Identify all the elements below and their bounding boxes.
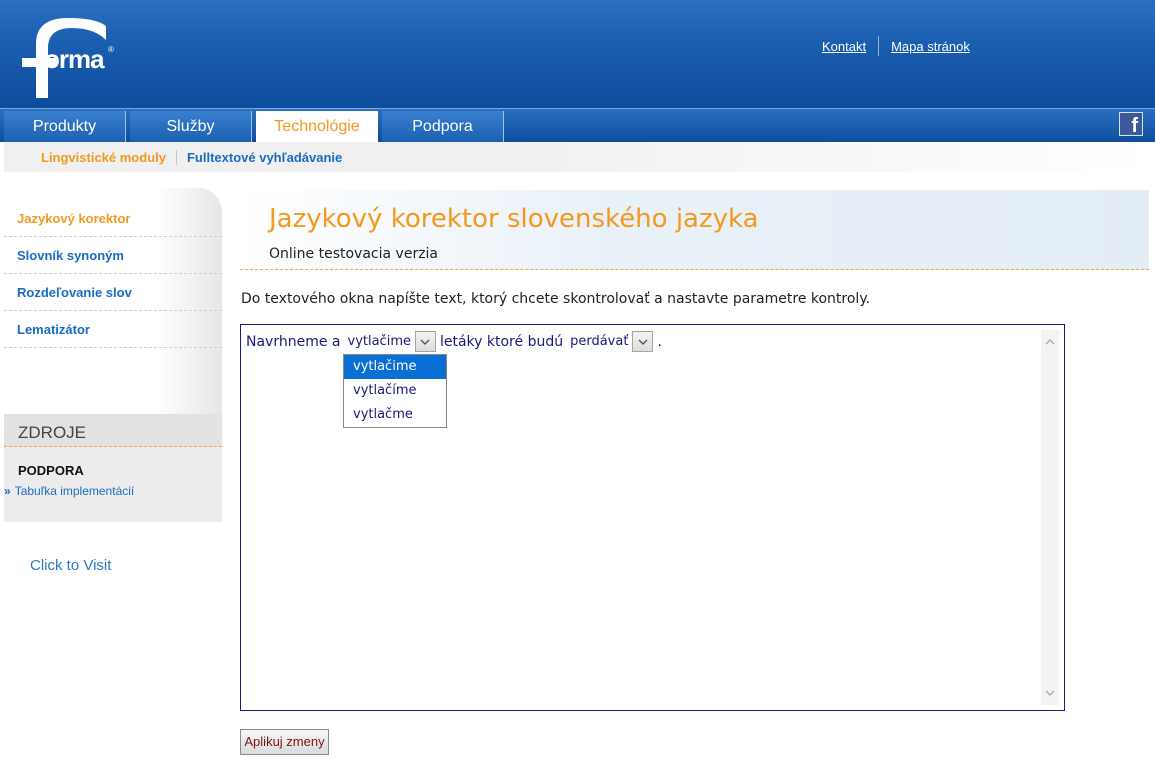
chevron-down-icon[interactable] [632, 331, 654, 352]
editor-content[interactable]: Navrhneme a vytlačime letáky ktoré budú … [246, 331, 662, 352]
editor-scrollbar[interactable] [1041, 330, 1059, 705]
sidebar-item-slovnik-synonym[interactable]: Slovník synoným [4, 237, 222, 274]
tab-produkty[interactable]: Produkty [4, 111, 126, 143]
implementation-table-link[interactable]: Tabuľka implementácií [15, 484, 135, 498]
sidebar: Jazykový korektor Slovník synoným Rozdeľ… [4, 188, 222, 522]
editor-text: . [657, 333, 662, 350]
scroll-down-icon[interactable] [1041, 684, 1059, 702]
main-nav: Produkty Služby Technológie Podpora f [0, 108, 1155, 143]
chevron-right-icon: » [4, 484, 11, 498]
registered-mark: ® [108, 45, 114, 54]
subnav-fade [507, 142, 1155, 172]
support-heading: PODPORA [18, 463, 84, 478]
word-select-value: perdávať [570, 334, 629, 349]
sidebar-item-lematizator[interactable]: Lematizátor [4, 311, 222, 348]
instructions-text: Do textového okna napíšte text, ktorý ch… [241, 291, 871, 307]
subnav-lingvisticke-moduly[interactable]: Lingvistické moduly [4, 150, 176, 165]
top-links: Kontakt Mapa stránok [822, 36, 970, 56]
dropdown-option[interactable]: vytlačíme [344, 379, 446, 403]
word-select-value: vytlačime [347, 334, 411, 349]
page-subtitle: Online testovacia verzia [269, 246, 439, 262]
sitemap-link[interactable]: Mapa stránok [891, 39, 970, 54]
contact-link[interactable]: Kontakt [822, 39, 866, 54]
tab-technologie[interactable]: Technológie [256, 111, 378, 143]
chevron-down-icon[interactable] [414, 331, 436, 352]
scroll-up-icon[interactable] [1041, 333, 1059, 351]
logo-text: orma [44, 44, 105, 74]
facebook-icon[interactable]: f [1119, 112, 1143, 137]
click-to-visit-link[interactable]: Click to Visit [30, 557, 111, 574]
site-header: orma ® Kontakt Mapa stránok [0, 0, 1155, 108]
tab-podpora[interactable]: Podpora [382, 111, 504, 143]
editor-text: Navrhneme a [246, 333, 341, 350]
sidebar-item-rozdelovanie-slov[interactable]: Rozdeľovanie slov [4, 274, 222, 311]
sub-nav: Lingvistické moduly Fulltextové vyhľadáv… [4, 142, 507, 172]
word-suggestion-dropdown: vytlačime vytlačíme vytlačme [343, 354, 447, 428]
page-title: Jazykový korektor slovenského jazyka [269, 204, 759, 234]
apply-changes-button[interactable]: Aplikuj zmeny [240, 729, 329, 755]
page-heading-area: Jazykový korektor slovenského jazyka Onl… [240, 190, 1149, 270]
word-suggestion-select[interactable]: vytlačime [345, 331, 436, 352]
sidebar-item-jazykovy-korektor[interactable]: Jazykový korektor [4, 200, 222, 237]
dropdown-option[interactable]: vytlačime [344, 355, 446, 379]
tab-sluzby[interactable]: Služby [130, 111, 252, 143]
word-suggestion-select[interactable]: perdávať [567, 331, 654, 352]
editor-text: letáky ktoré budú [439, 333, 564, 350]
subnav-fulltextove-vyhladavanie[interactable]: Fulltextové vyhľadávanie [175, 149, 342, 165]
resources-heading: ZDROJE [4, 414, 222, 447]
link-divider [878, 36, 880, 56]
sidebar-menu: Jazykový korektor Slovník synoným Rozdeľ… [4, 188, 222, 414]
support-link-row[interactable]: » Tabuľka implementácií [4, 484, 134, 498]
dropdown-option[interactable]: vytlačme [344, 403, 446, 427]
